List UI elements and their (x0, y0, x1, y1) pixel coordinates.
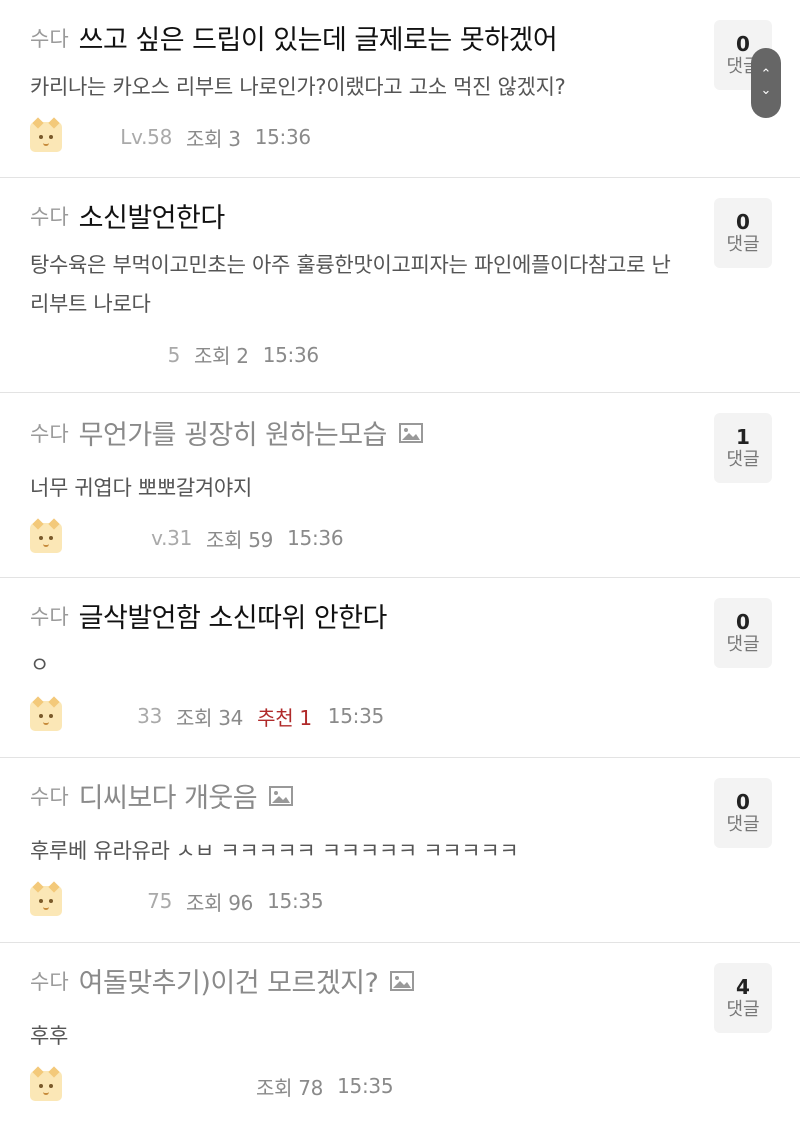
post-category: 수다 (30, 604, 69, 629)
comment-count-box[interactable]: 0 댓글 (714, 778, 772, 848)
comment-count-box[interactable]: 0 댓글 (714, 198, 772, 268)
post-time: 15:35 (267, 889, 324, 913)
post-preview: 후루베 유라유라 ㅅㅂ ㅋㅋㅋㅋㅋ ㅋㅋㅋㅋㅋ ㅋㅋㅋㅋㅋ (30, 839, 519, 863)
view-count: 조회 3 (186, 126, 241, 151)
post-item[interactable]: 수다 무언가를 굉장히 원하는모습 너무 귀엽다 뽀뽀갈겨야지 v.31 조회 … (0, 393, 800, 578)
post-title[interactable]: 글삭발언함 소신따위 안한다 (79, 596, 388, 635)
comment-count: 4 (736, 975, 750, 999)
post-title[interactable]: 쓰고 싶은 드립이 있는데 글제로는 못하겠어 (79, 18, 558, 57)
post-item[interactable]: 수다 디씨보다 개웃음 후루베 유라유라 ㅅㅂ ㅋㅋㅋㅋㅋ ㅋㅋㅋㅋㅋ ㅋㅋㅋㅋ… (0, 758, 800, 943)
image-attachment-icon (398, 422, 423, 443)
post-category: 수다 (30, 784, 69, 809)
post-preview: 너무 귀엽다 뽀뽀갈겨야지 (30, 476, 252, 500)
post-title[interactable]: 무언가를 굉장히 원하는모습 (79, 413, 388, 452)
post-time: 15:36 (262, 342, 319, 367)
post-category: 수다 (30, 26, 69, 51)
avatar (30, 696, 62, 731)
image-attachment-icon (269, 785, 294, 806)
comment-label: 댓글 (726, 449, 760, 470)
post-preview: 카리나는 카오스 리부트 나로인가?이랬다고 고소 먹진 않겠지? (30, 75, 566, 99)
scroll-down-icon[interactable]: ⌄ (761, 83, 772, 99)
comment-label: 댓글 (726, 999, 760, 1020)
recommend-count: 추천 1 (257, 705, 312, 730)
post-time: 15:36 (287, 526, 344, 550)
post-item[interactable]: 수다 여돌맞추기)이건 모르겠지? 후후 조회 78 15:35 4 댓글 (0, 943, 800, 1135)
view-count: 조회 96 (186, 890, 254, 915)
post-title[interactable]: 디씨보다 개웃음 (79, 776, 258, 815)
scroll-control[interactable]: ⌃ ⌄ (751, 48, 781, 118)
post-item[interactable]: 수다 쓰고 싶은 드립이 있는데 글제로는 못하겠어 카리나는 카오스 리부트 … (0, 0, 800, 178)
comment-label: 댓글 (726, 814, 760, 835)
author-level: 75 (147, 889, 172, 913)
image-attachment-icon (390, 970, 415, 991)
author-level: 33 (137, 704, 162, 728)
avatar (30, 881, 62, 916)
post-time: 15:35 (327, 704, 384, 728)
post-item[interactable]: 수다 글삭발언함 소신따위 안한다 ㅇ 33 조회 34 추천 1 15:35 … (0, 578, 800, 758)
comment-label: 댓글 (726, 634, 760, 655)
avatar (30, 518, 62, 553)
view-count: 조회 2 (194, 344, 249, 368)
comment-count: 1 (736, 425, 750, 449)
scroll-up-icon[interactable]: ⌃ (761, 67, 772, 83)
post-title[interactable]: 여돌맞추기)이건 모르겠지? (79, 961, 379, 1000)
view-count: 조회 59 (206, 527, 274, 552)
author-level: 5 (167, 342, 181, 367)
view-count: 조회 34 (176, 705, 244, 730)
author-level: v.31 (151, 526, 192, 550)
post-category: 수다 (30, 969, 69, 994)
view-count: 조회 78 (256, 1075, 324, 1100)
avatar (30, 117, 62, 152)
comment-count-box[interactable]: 0 댓글 (714, 598, 772, 668)
post-preview: ㅇ (30, 653, 50, 677)
avatar (30, 1066, 62, 1101)
post-title[interactable]: 소신발언한다 (79, 196, 226, 235)
post-category: 수다 (30, 204, 69, 229)
comment-count: 0 (736, 32, 750, 56)
post-item[interactable]: 수다 소신발언한다 탕수육은 부먹이고민초는 아주 훌륭한맛이고피자는 파인에플… (0, 178, 800, 393)
post-preview: 후후 (30, 1024, 69, 1048)
post-category: 수다 (30, 421, 69, 446)
comment-count: 0 (736, 790, 750, 814)
post-time: 15:35 (337, 1074, 394, 1098)
post-time: 15:36 (254, 125, 311, 149)
post-preview: 탕수육은 부먹이고민초는 아주 훌륭한맛이고피자는 파인에플이다참고로 난 리부… (30, 253, 671, 316)
comment-count: 0 (736, 210, 750, 234)
author-level: Lv.58 (120, 125, 172, 149)
comment-count: 0 (736, 610, 750, 634)
comment-count-box[interactable]: 4 댓글 (714, 963, 772, 1033)
comment-count-box[interactable]: 1 댓글 (714, 413, 772, 483)
comment-label: 댓글 (726, 234, 760, 255)
